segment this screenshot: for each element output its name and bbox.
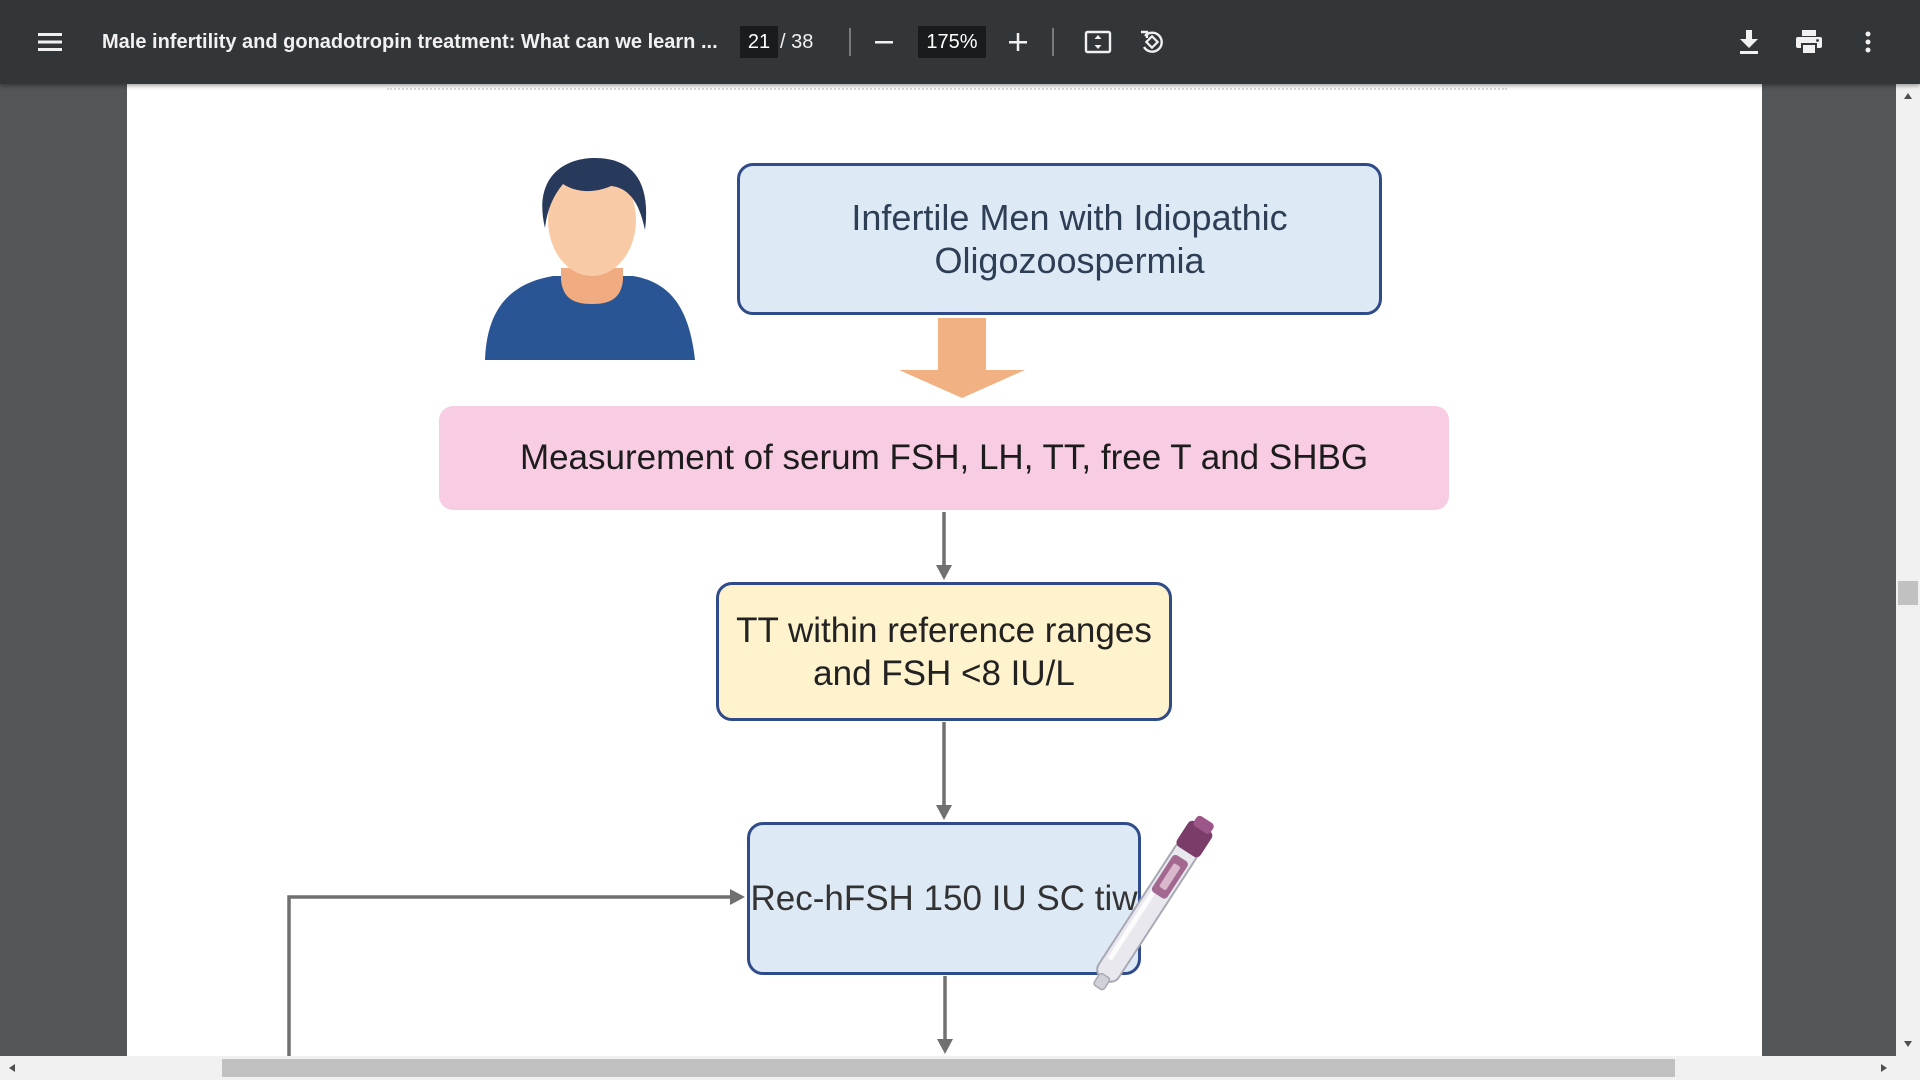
pdf-page: Infertile Men with Idiopathic Oligozoosp… (127, 84, 1762, 1056)
rotate-icon (1141, 30, 1163, 53)
fit-page-icon (1084, 30, 1112, 54)
scroll-up-arrow-icon (1904, 93, 1912, 99)
scroll-left-arrow-icon (9, 1064, 15, 1072)
feedback-loop-arrow-icon (287, 889, 745, 1056)
vertical-scrollbar[interactable] (1896, 84, 1920, 1056)
gray-down-arrow-icon (936, 722, 952, 820)
scroll-down-arrow-icon (1904, 1041, 1912, 1047)
menu-button[interactable] (28, 20, 72, 64)
zoom-in-button[interactable] (996, 20, 1040, 64)
rotate-button[interactable] (1130, 20, 1174, 64)
document-title: Male infertility and gonadotropin treatm… (102, 30, 718, 53)
toolbar-divider (1052, 28, 1054, 56)
toolbar-divider (849, 28, 851, 56)
horizontal-scrollbar-thumb[interactable] (222, 1059, 1675, 1077)
download-icon (1740, 30, 1758, 54)
page-count: / 38 (780, 30, 814, 53)
vertical-scrollbar-thumb[interactable] (1898, 581, 1918, 605)
more-options-button[interactable] (1846, 20, 1890, 64)
fit-to-page-button[interactable] (1076, 20, 1120, 64)
pdf-toolbar: Male infertility and gonadotropin treatm… (0, 0, 1920, 84)
gray-down-arrow-icon (936, 512, 952, 580)
pdf-viewer[interactable]: Infertile Men with Idiopathic Oligozoosp… (0, 84, 1920, 1056)
zoom-out-button[interactable] (862, 20, 906, 64)
print-button[interactable] (1787, 20, 1831, 64)
gray-down-arrow-icon (937, 976, 953, 1054)
print-icon (1796, 30, 1822, 55)
tt-reference-box: TT within reference ranges and FSH <8 IU… (716, 582, 1172, 721)
injection-pen-icon (1093, 815, 1214, 991)
scroll-right-arrow-icon (1881, 1064, 1887, 1072)
serum-measurement-box: Measurement of serum FSH, LH, TT, free T… (439, 406, 1449, 510)
download-button[interactable] (1727, 20, 1771, 64)
more-vertical-icon (1865, 31, 1871, 53)
orange-down-arrow-icon (899, 318, 1025, 398)
minus-icon (875, 41, 893, 44)
menu-icon (38, 33, 62, 51)
infertile-men-box: Infertile Men with Idiopathic Oligozoosp… (737, 163, 1382, 315)
patient-avatar-icon (485, 158, 695, 360)
zoom-level-input[interactable]: 175% (918, 26, 986, 58)
page-number-input[interactable]: 21 (740, 26, 778, 58)
plus-icon (1009, 33, 1027, 51)
